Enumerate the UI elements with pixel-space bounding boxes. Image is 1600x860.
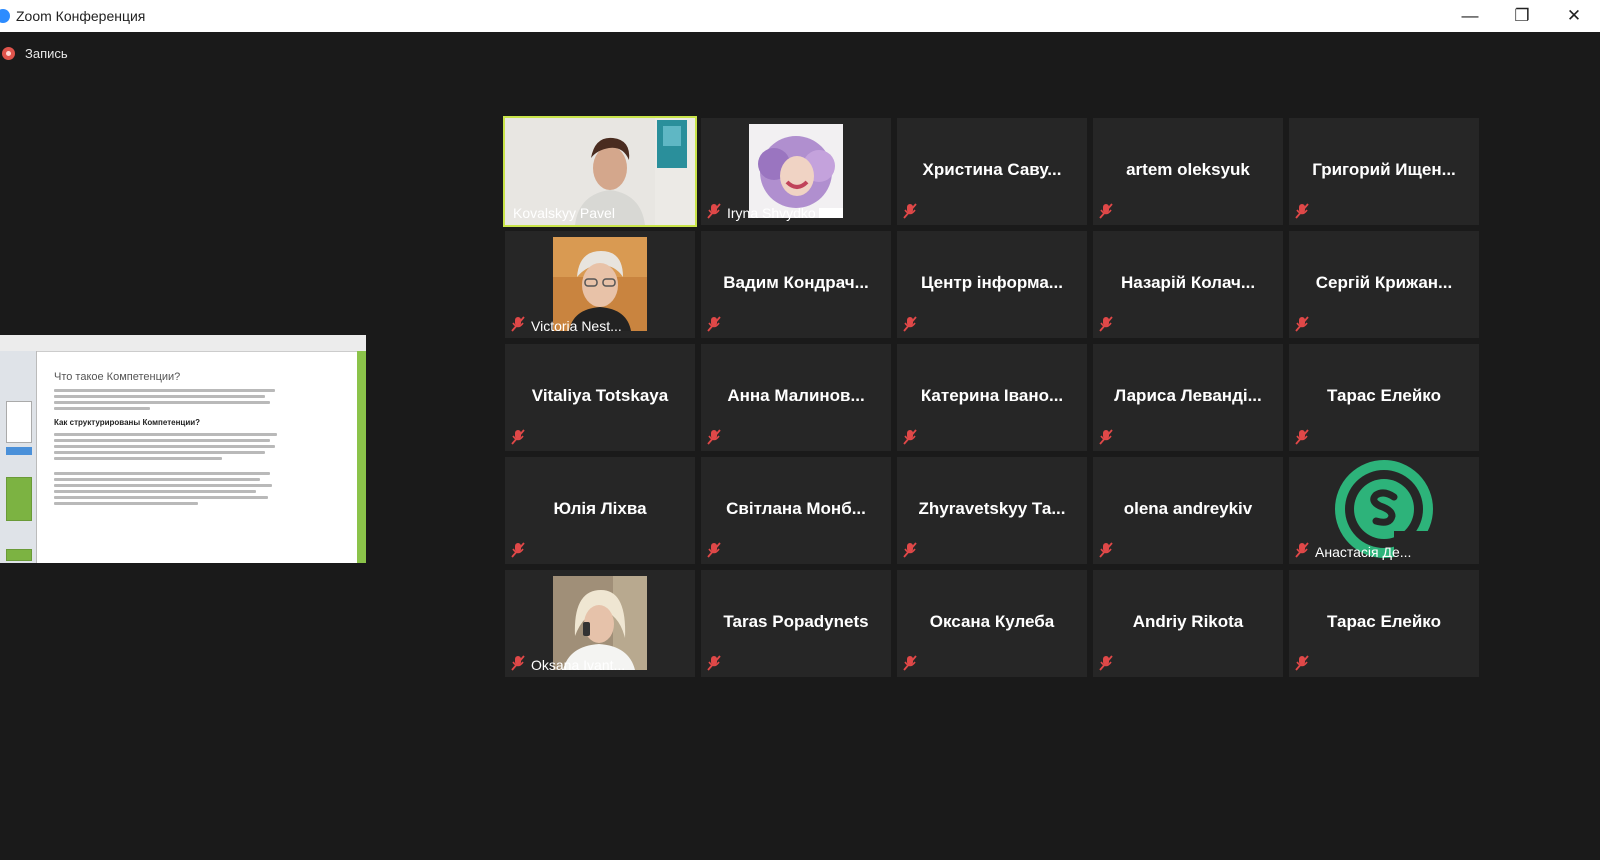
participant-name: Христина Саву... [922, 159, 1062, 179]
page-thumbnail [6, 549, 32, 561]
mute-icon [707, 316, 721, 332]
mute-icon [1099, 203, 1113, 219]
shared-accent-bar [357, 351, 366, 563]
mute-icon [1099, 429, 1113, 445]
participant-name: Анна Малинов... [727, 385, 865, 405]
participant-name: Andriy Rikota [1132, 611, 1244, 631]
participant-name: Vitaliya Totskaya [531, 385, 669, 405]
mute-icon [707, 542, 721, 558]
mute-icon [903, 542, 917, 558]
participant-name: Світлана Монб... [726, 498, 866, 518]
shared-sidebar [0, 351, 37, 563]
participant-name: Тарас Елейко [1327, 611, 1441, 631]
mute-icon [903, 429, 917, 445]
page-marker [6, 447, 32, 455]
mute-icon [511, 542, 525, 558]
mute-icon [903, 203, 917, 219]
participant-name: Григорий Ищен... [1312, 159, 1456, 179]
mute-icon [1099, 655, 1113, 671]
participant-tile[interactable]: Taras Popadynets [701, 570, 891, 677]
participant-tile[interactable]: Vitaliya Totskaya [505, 344, 695, 451]
mute-icon [511, 316, 525, 332]
participant-tile[interactable]: Оксана Кулеба [897, 570, 1087, 677]
mute-icon [511, 429, 525, 445]
participant-tile[interactable]: Сергій Крижан... [1289, 231, 1479, 338]
recording-label: Запись [25, 46, 68, 61]
mute-icon [1099, 316, 1113, 332]
participant-tile[interactable]: Andriy Rikota [1093, 570, 1283, 677]
participant-name: Kovalskyy Pavel [513, 205, 615, 221]
page-thumbnail-selected [6, 477, 32, 521]
record-icon [2, 47, 15, 60]
participant-tile[interactable]: Анна Малинов... [701, 344, 891, 451]
woman-phone-video-feed [553, 576, 647, 670]
participant-tile[interactable]: Центр інформа... [897, 231, 1087, 338]
close-button[interactable]: ✕ [1548, 0, 1600, 32]
mute-icon [707, 203, 721, 219]
mute-icon [1295, 316, 1309, 332]
participant-name: Назарій Колач... [1120, 272, 1256, 292]
shared-document: Что такое Компетенции? Как структурирова… [54, 371, 294, 508]
participant-tile[interactable]: olena andreykiv [1093, 457, 1283, 564]
mute-icon [1295, 203, 1309, 219]
mute-icon [903, 316, 917, 332]
mute-icon [1295, 429, 1309, 445]
minimize-button[interactable]: — [1444, 0, 1496, 32]
mute-icon [511, 655, 525, 671]
participant-name: Zhyravetskyy Та... [918, 498, 1066, 518]
participant-name: Сергій Крижан... [1315, 272, 1453, 292]
participant-name: Анастасія Де... [1315, 544, 1412, 560]
mute-icon [903, 655, 917, 671]
participant-tile[interactable]: Тарас Елейко [1289, 570, 1479, 677]
window-title: Zoom Конференция [16, 8, 146, 24]
window-controls: — ❐ ✕ [1444, 0, 1600, 32]
participant-name: artem oleksyuk [1126, 159, 1250, 179]
participant-tile[interactable]: Григорий Ищен... [1289, 118, 1479, 225]
participant-tile[interactable]: Світлана Монб... [701, 457, 891, 564]
title-bar: Zoom Конференция — ❐ ✕ [0, 0, 1600, 32]
participant-tile[interactable]: Kovalskyy Pavel [503, 116, 697, 227]
participant-name: Тарас Елейко [1327, 385, 1441, 405]
participant-name: Юлія Ліхва [553, 498, 647, 518]
participant-tile[interactable]: Victoria Nest... [505, 231, 695, 338]
recording-indicator[interactable]: Запись [2, 46, 68, 61]
zoom-logo-icon [0, 9, 10, 23]
participant-tile[interactable]: Zhyravetskyy Та... [897, 457, 1087, 564]
participant-tile[interactable]: Iryna Shvydko [701, 118, 891, 225]
participant-name: Центр інформа... [921, 272, 1063, 292]
participant-tile[interactable]: Вадим Кондрач... [701, 231, 891, 338]
participant-grid: Kovalskyy Pavel Iryna Shvydko Христина С… [503, 116, 1479, 677]
participant-tile[interactable]: artem oleksyuk [1093, 118, 1283, 225]
participant-tile[interactable]: Oksana Ivant... [505, 570, 695, 677]
mute-icon [1295, 542, 1309, 558]
participant-tile[interactable]: Назарій Колач... [1093, 231, 1283, 338]
shared-screen-thumbnail[interactable]: Что такое Компетенции? Как структурирова… [0, 335, 366, 563]
woman-curly-video-feed [749, 124, 843, 218]
mute-icon [707, 429, 721, 445]
shared-toolbar [0, 335, 366, 352]
woman-glasses-video-feed [553, 237, 647, 331]
participant-tile[interactable]: Анастасія Де... [1289, 457, 1479, 564]
mute-icon [707, 655, 721, 671]
participant-name: Oksana Ivant... [531, 657, 626, 673]
participant-tile[interactable]: Лариса Леванді... [1093, 344, 1283, 451]
participant-name: Taras Popadynets [723, 611, 869, 631]
participant-tile[interactable]: Христина Саву... [897, 118, 1087, 225]
participant-name: Iryna Shvydko [727, 205, 816, 221]
mute-icon [1295, 655, 1309, 671]
doc-heading: Что такое Компетенции? [54, 371, 181, 383]
participant-tile[interactable]: Юлія Ліхва [505, 457, 695, 564]
participant-name: Оксана Кулеба [929, 611, 1055, 631]
maximize-button[interactable]: ❐ [1496, 0, 1548, 32]
participant-name: Вадим Кондрач... [723, 272, 869, 292]
participant-name: olena andreykiv [1123, 498, 1253, 518]
participant-tile[interactable]: Тарас Елейко [1289, 344, 1479, 451]
page-thumbnail [6, 401, 32, 443]
mute-icon [1099, 542, 1113, 558]
doc-subheading: Как структурированы Компетенции? [54, 418, 201, 427]
participant-name: Лариса Леванді... [1114, 385, 1262, 405]
participant-tile[interactable]: Катерина Івано... [897, 344, 1087, 451]
participant-name: Катерина Івано... [920, 385, 1064, 405]
participant-name: Victoria Nest... [531, 318, 622, 334]
